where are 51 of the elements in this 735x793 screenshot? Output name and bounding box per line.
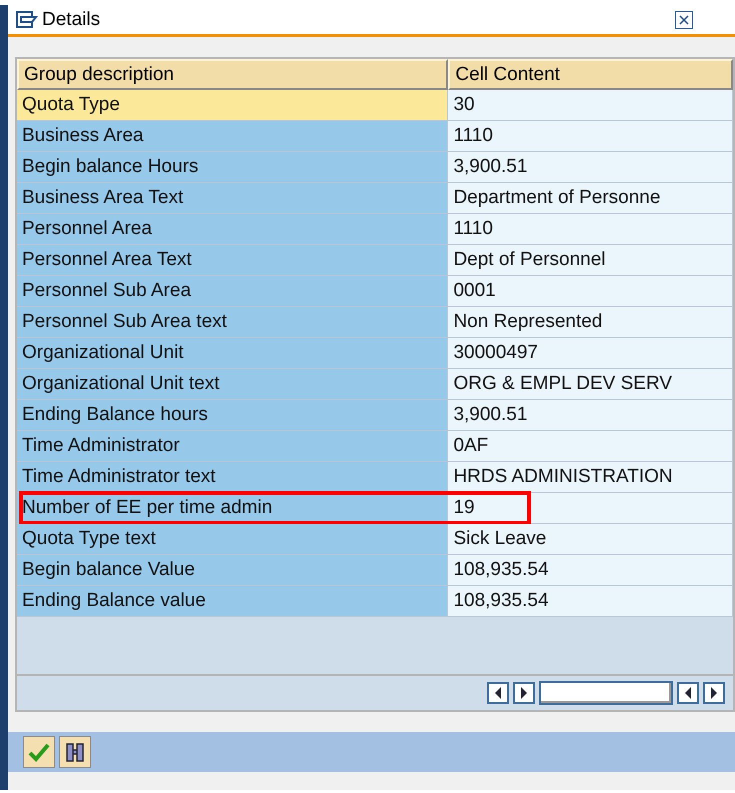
binoculars-icon[interactable] [64, 741, 86, 763]
dialog-icon [16, 10, 38, 30]
column-header: Group description [17, 59, 448, 90]
column-header: Cell Content [448, 59, 733, 90]
close-icon[interactable] [679, 14, 689, 24]
table-cell: Begin balance Value [17, 555, 448, 585]
right-arrow-icon[interactable] [710, 687, 718, 699]
right-arrow-icon[interactable] [520, 687, 528, 699]
table-cell: Business Area Text [17, 183, 448, 213]
table-cell: Personnel Sub Area [17, 276, 448, 306]
table-cell: Organizational Unit [17, 338, 448, 368]
scroll-left-button[interactable] [677, 682, 699, 704]
table-cell: Organizational Unit text [17, 369, 448, 399]
table-cell: 30000497 [448, 338, 733, 368]
table-cell: Time Administrator [17, 431, 448, 461]
table-cell: Quota Type [17, 90, 448, 120]
table-cell: 30 [448, 90, 733, 120]
left-arrow-icon[interactable] [494, 687, 502, 699]
window-title: Details [42, 8, 102, 30]
table-cell: 19 [448, 493, 733, 523]
left-arrow-icon[interactable] [684, 687, 692, 699]
binoculars-button[interactable] [59, 736, 91, 768]
table-cell: Non Represented [448, 307, 733, 337]
table-cell: 108,935.54 [448, 586, 733, 616]
table-cell: 1110 [448, 121, 733, 151]
table-cell: Time Administrator text [17, 462, 448, 492]
table-cell: Personnel Area [17, 214, 448, 244]
scroll-right-button[interactable] [703, 682, 725, 704]
table-cell: 3,900.51 [448, 400, 733, 430]
table-cell: ORG & EMPL DEV SERV [448, 369, 733, 399]
table-cell: Ending Balance hours [17, 400, 448, 430]
table-cell: Sick Leave [448, 524, 733, 554]
close-button[interactable] [675, 10, 693, 28]
table-cell: 0AF [448, 431, 733, 461]
table-cell: 0001 [448, 276, 733, 306]
table-cell: Personnel Sub Area text [17, 307, 448, 337]
checkmark-icon[interactable] [28, 742, 50, 762]
table-cell: Personnel Area Text [17, 245, 448, 275]
table-cell: Ending Balance value [17, 586, 448, 616]
table-cell: 3,900.51 [448, 152, 733, 182]
table-cell: Quota Type text [17, 524, 448, 554]
table-cell: Begin balance Hours [17, 152, 448, 182]
table-cell: Business Area [17, 121, 448, 151]
table-cell: HRDS ADMINISTRATION [448, 462, 733, 492]
table-cell: Department of Personne [448, 183, 733, 213]
scroll-right-button[interactable] [513, 682, 535, 704]
table-cell: Dept of Personnel [448, 245, 733, 275]
scroll-left-button[interactable] [487, 682, 509, 704]
table-cell: 1110 [448, 214, 733, 244]
table-cell: 108,935.54 [448, 555, 733, 585]
scrollbar-track[interactable] [539, 681, 673, 705]
